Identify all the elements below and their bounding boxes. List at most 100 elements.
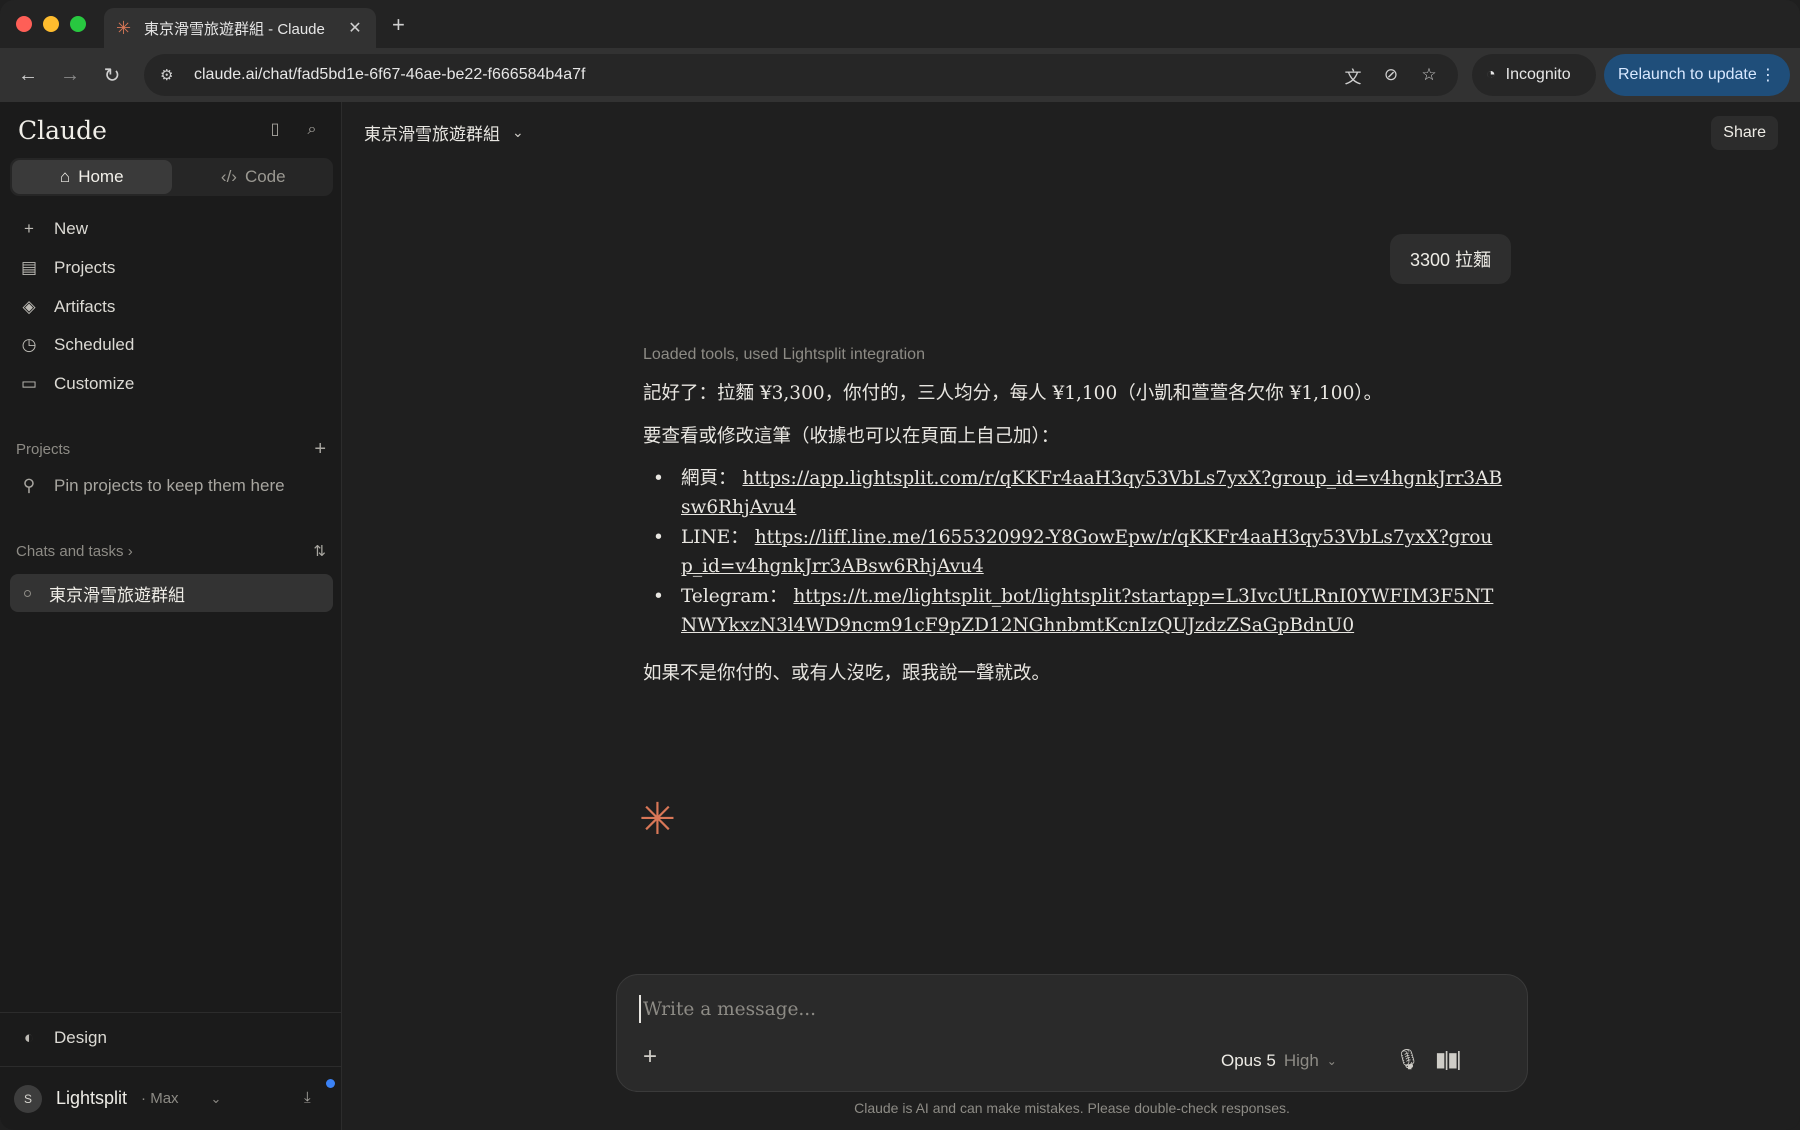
- chat-area: 東京滑雪旅遊群組 ⌄ Share 3300 拉麵 Loaded tools, u…: [342, 102, 1800, 1130]
- chat-title: 東京滑雪旅遊群組: [364, 125, 500, 144]
- chat-title-dropdown[interactable]: 東京滑雪旅遊群組 ⌄: [364, 120, 524, 145]
- add-project-icon[interactable]: +: [314, 438, 326, 461]
- translate-icon[interactable]: 文: [1340, 63, 1366, 88]
- tool-usage-summary[interactable]: Loaded tools, used Lightsplit integratio…: [643, 346, 925, 364]
- url-text[interactable]: claude.ai/chat/fad5bd1e-6f67-46ae-be22-f…: [194, 66, 1328, 84]
- web-link[interactable]: https://app.lightsplit.com/r/qKKFr4aaH3q…: [681, 468, 1502, 518]
- tab-code[interactable]: ‹/› Code: [174, 158, 334, 196]
- star-icon[interactable]: ☆: [1416, 65, 1442, 85]
- artifacts-icon: ◈: [22, 296, 36, 316]
- relaunch-label: Relaunch to update: [1618, 66, 1757, 83]
- link-list: 網頁： https://app.lightsplit.com/r/qKKFr4a…: [643, 465, 1503, 640]
- sidebar-item-design[interactable]: ◐ Design: [0, 1012, 341, 1062]
- address-bar[interactable]: ⚙ claude.ai/chat/fad5bd1e-6f67-46ae-be22…: [144, 54, 1458, 96]
- sidebar-item-customize[interactable]: ▭ Customize: [10, 365, 333, 404]
- forward-arrow-icon[interactable]: →: [56, 61, 84, 89]
- link-label: LINE：: [681, 527, 749, 548]
- projects-section-header: Projects +: [16, 438, 326, 461]
- incognito-button[interactable]: ◔ Incognito: [1472, 54, 1596, 96]
- avatar: S: [14, 1084, 42, 1113]
- mode-switcher: ⌂ Home ‹/› Code: [10, 158, 333, 196]
- microphone-icon[interactable]: 🎙: [1395, 1047, 1420, 1072]
- link-label: Telegram：: [681, 586, 788, 607]
- sidebar-item-projects[interactable]: ▤ Projects: [10, 249, 333, 288]
- search-icon[interactable]: ⌕: [300, 118, 324, 142]
- back-arrow-icon[interactable]: ←: [14, 61, 42, 89]
- sidebar-item-label: Scheduled: [54, 335, 135, 355]
- tab-bar: ✳ 東京滑雪旅遊群組 - Claude ✕ +: [0, 0, 1800, 48]
- toggle-sidebar-icon[interactable]: ▯: [263, 118, 287, 142]
- chat-status-icon: [24, 589, 31, 597]
- palette-icon: ◐: [23, 1027, 35, 1047]
- line-link[interactable]: https://liff.line.me/1655320992-Y8GowEpw…: [681, 527, 1492, 577]
- model-selector[interactable]: Opus 5 High ⌄: [1221, 1051, 1337, 1071]
- list-item: 網頁： https://app.lightsplit.com/r/qKKFr4a…: [643, 465, 1503, 522]
- close-window-button[interactable]: [16, 16, 32, 32]
- chevron-down-icon: ⌄: [210, 1090, 222, 1106]
- sidebar-item-artifacts[interactable]: ◈ Artifacts: [10, 287, 333, 326]
- incognito-label: Incognito: [1505, 66, 1571, 83]
- notification-dot: [326, 1079, 335, 1088]
- new-tab-icon[interactable]: +: [392, 12, 405, 38]
- reload-icon[interactable]: ↻: [98, 61, 126, 89]
- voice-mode-icon[interactable]: ▮|▮|: [1435, 1047, 1461, 1072]
- download-icon[interactable]: ⤓: [304, 1089, 311, 1106]
- projects-icon: ▤: [20, 258, 38, 278]
- response-line: 記好了：拉麵 ¥3,300，你付的，三人均分，每人 ¥1,100（小凱和萱萱各欠…: [643, 383, 1383, 404]
- user-plan: · Max: [141, 1090, 179, 1107]
- share-button[interactable]: Share: [1711, 116, 1778, 150]
- browser-toolbar: ← → ↻ ⚙ claude.ai/chat/fad5bd1e-6f67-46a…: [0, 48, 1800, 102]
- pin-hint-text: Pin projects to keep them here: [54, 476, 285, 495]
- maximize-window-button[interactable]: [70, 16, 86, 32]
- projects-heading: Projects: [16, 441, 71, 458]
- plus-icon: +: [24, 219, 34, 239]
- sidebar-nav: + New ▤ Projects ◈ Artifacts ◷ Scheduled…: [10, 210, 333, 403]
- sidebar-item-label: Projects: [54, 258, 116, 278]
- response-line: 如果不是你付的、或有人沒吃，跟我說一聲就改。: [643, 663, 1051, 684]
- chat-list-item-label: 東京滑雪旅遊群組: [49, 585, 185, 605]
- list-item: LINE： https://liff.line.me/1655320992-Y8…: [643, 524, 1503, 581]
- filter-icon[interactable]: ⇅: [313, 542, 326, 560]
- add-attachment-icon[interactable]: +: [643, 1043, 657, 1071]
- claude-logo[interactable]: Claude: [18, 116, 107, 145]
- site-settings-icon[interactable]: ⚙: [160, 66, 180, 84]
- briefcase-icon: ▭: [20, 374, 38, 394]
- sidebar: Claude ▯ ⌕ ⌂ Home ‹/› Code + New ▤ Proje…: [0, 102, 342, 1130]
- sidebar-item-scheduled[interactable]: ◷ Scheduled: [10, 326, 333, 365]
- pin-projects-hint: ⚲ Pin projects to keep them here: [18, 476, 285, 496]
- message-input[interactable]: [639, 995, 1499, 1023]
- claude-favicon-icon: ✳: [116, 18, 132, 38]
- browser-tab[interactable]: ✳ 東京滑雪旅遊群組 - Claude ✕: [104, 8, 376, 48]
- tab-close-icon[interactable]: ✕: [346, 18, 364, 38]
- sidebar-item-label: Artifacts: [54, 296, 116, 316]
- link-label: 網頁：: [681, 468, 737, 489]
- tab-code-label: Code: [244, 167, 286, 186]
- chats-section-header: Chats and tasks › ⇅: [16, 542, 326, 561]
- chevron-down-icon: ⌄: [512, 124, 524, 140]
- disclaimer: Claude is AI and can make mistakes. Plea…: [854, 1100, 1290, 1116]
- message-composer: + Opus 5 High ⌄ 🎙 ▮|▮|: [616, 974, 1528, 1092]
- relaunch-button[interactable]: Relaunch to update ⋮: [1604, 54, 1790, 96]
- user-name: Lightsplit: [56, 1088, 128, 1108]
- user-message: 3300 拉麵: [1390, 234, 1512, 284]
- sidebar-item-new[interactable]: + New: [10, 210, 333, 249]
- tab-title: 東京滑雪旅遊群組 - Claude: [144, 20, 325, 38]
- model-name: Opus 5: [1221, 1051, 1276, 1070]
- chat-list-item[interactable]: 東京滑雪旅遊群組: [10, 574, 333, 612]
- pin-icon: ⚲: [22, 476, 36, 495]
- sidebar-item-label: New: [54, 219, 89, 239]
- minimize-window-button[interactable]: [43, 16, 59, 32]
- clock-icon: ◷: [21, 335, 37, 355]
- tab-home[interactable]: ⌂ Home: [12, 160, 172, 194]
- code-icon: ‹/›: [220, 167, 237, 186]
- eye-off-icon[interactable]: ⊘: [1378, 65, 1404, 85]
- incognito-icon: ◔: [1486, 66, 1496, 83]
- chats-heading[interactable]: Chats and tasks ›: [16, 543, 133, 560]
- claude-spark-icon: ✳: [639, 795, 676, 844]
- chevron-down-icon: ⌄: [1326, 1054, 1337, 1068]
- home-icon: ⌂: [59, 167, 71, 186]
- model-level: High: [1283, 1051, 1319, 1070]
- more-vertical-icon[interactable]: ⋮: [1760, 65, 1776, 85]
- user-menu[interactable]: S Lightsplit · Max ⌄ ⤓: [0, 1066, 341, 1130]
- telegram-link[interactable]: https://t.me/lightsplit_bot/lightsplit?s…: [681, 586, 1493, 636]
